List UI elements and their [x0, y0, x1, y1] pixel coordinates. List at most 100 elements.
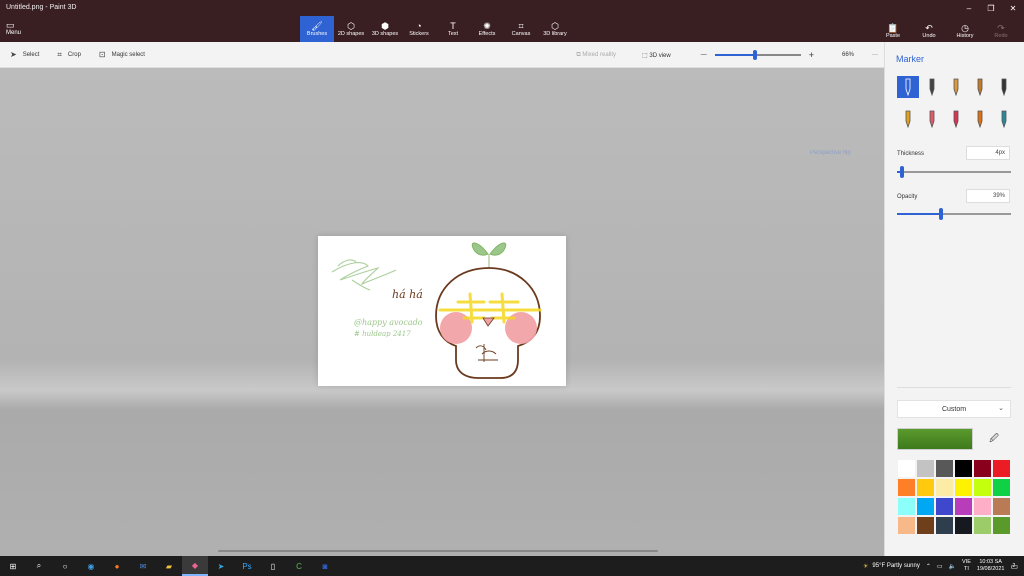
current-color-swatch[interactable]	[897, 428, 973, 450]
pixel-pen-icon[interactable]	[993, 76, 1015, 98]
palette-swatch[interactable]	[973, 478, 992, 497]
paint-3d-icon[interactable]: ◆	[182, 556, 208, 576]
more-options-button[interactable]: ···	[872, 52, 878, 58]
weather-widget[interactable]: ☀ 95°F Partly sunny	[863, 563, 920, 570]
watercolor-icon[interactable]	[969, 76, 991, 98]
magic-select-button[interactable]: ⊡ Magic select	[99, 50, 145, 59]
undo-icon: ↶	[925, 23, 933, 33]
palette-swatch[interactable]	[935, 459, 954, 478]
palette-swatch[interactable]	[973, 459, 992, 478]
tab-3d-shapes[interactable]: ⬢ 3D shapes	[368, 16, 402, 42]
palette-swatch[interactable]	[954, 497, 973, 516]
brush-icon: 🖌	[311, 21, 323, 31]
opacity-input[interactable]: 39%	[966, 189, 1010, 203]
palette-swatch[interactable]	[992, 478, 1011, 497]
tab-3d-library[interactable]: ⬡ 3D library	[538, 16, 572, 42]
opacity-thumb[interactable]	[939, 208, 943, 220]
palette-swatch[interactable]	[954, 516, 973, 535]
horizontal-scrollbar[interactable]	[218, 550, 658, 552]
palette-swatch[interactable]	[973, 497, 992, 516]
3d-view-toggle[interactable]: ⬚ 3D view	[642, 52, 671, 59]
close-button[interactable]: ✕	[1002, 0, 1024, 16]
tray-chevron-icon[interactable]: ⌃	[926, 563, 931, 570]
file-explorer-icon[interactable]: ▰	[156, 556, 182, 576]
palette-swatch[interactable]	[992, 459, 1011, 478]
network-icon[interactable]: ▭	[937, 563, 943, 570]
zoom-thumb[interactable]	[752, 50, 757, 60]
zoom-level[interactable]: 66%	[842, 52, 854, 58]
fill-bucket-icon[interactable]	[993, 108, 1015, 130]
minimize-button[interactable]: –	[958, 0, 980, 16]
pencil-icon[interactable]	[897, 108, 919, 130]
tab-effects[interactable]: ✺ Effects	[470, 16, 504, 42]
zoom-slider[interactable]	[714, 50, 801, 60]
brush-panel: Marker Thickness 4px Opacity 39% Custom …	[884, 42, 1024, 556]
magic-select-icon: ⊡	[98, 50, 106, 59]
oil-brush-icon[interactable]	[945, 76, 967, 98]
thickness-input[interactable]: 4px	[966, 146, 1010, 160]
palette-swatch[interactable]	[897, 459, 916, 478]
palette-swatch[interactable]	[954, 478, 973, 497]
input-language[interactable]: VIE TI	[962, 559, 971, 573]
palette-swatch[interactable]	[992, 497, 1011, 516]
camtasia-icon[interactable]: C	[286, 556, 312, 576]
clock-time: 10:03 SA	[979, 559, 1002, 565]
task-view-icon[interactable]: ○	[52, 556, 78, 576]
volume-icon[interactable]: 🔈	[949, 563, 956, 570]
paste-button[interactable]: 📋 Paste	[880, 18, 906, 44]
zoom-out-button[interactable]: —	[701, 52, 707, 58]
undo-button[interactable]: ↶ Undo	[916, 18, 942, 44]
eraser-icon[interactable]	[921, 108, 943, 130]
palette-swatch[interactable]	[935, 497, 954, 516]
palette-swatch[interactable]	[897, 497, 916, 516]
tab-canvas[interactable]: ⌗ Canvas	[504, 16, 538, 42]
tab-text[interactable]: T Text	[436, 16, 470, 42]
palette-swatch[interactable]	[992, 516, 1011, 535]
history-button[interactable]: ◷ History	[952, 18, 978, 44]
eyedropper-icon[interactable]: 🖉	[983, 428, 1005, 450]
spray-can-icon[interactable]	[969, 108, 991, 130]
menu-button[interactable]: ▭ Menu	[6, 20, 36, 36]
workspace[interactable]: Perspective flip há há @happy avocado # …	[0, 68, 884, 556]
palette-swatch[interactable]	[916, 497, 935, 516]
tab-brushes[interactable]: 🖌 Brushes	[300, 16, 334, 42]
firefox-icon[interactable]: ●	[104, 556, 130, 576]
document-icon[interactable]: ▯	[260, 556, 286, 576]
thickness-thumb[interactable]	[900, 166, 904, 178]
palette-swatch[interactable]	[897, 478, 916, 497]
calligraphy-pen-icon[interactable]	[921, 76, 943, 98]
thickness-slider[interactable]	[897, 166, 1011, 178]
crop-button[interactable]: ⌗ Crop	[57, 50, 81, 60]
zoom-in-button[interactable]: +	[809, 50, 814, 60]
notification-icon[interactable]: ▭ 2	[1010, 562, 1018, 571]
crayon-icon[interactable]	[945, 108, 967, 130]
color-mode-dropdown[interactable]: Custom ⌄	[897, 400, 1011, 418]
signature-scribble	[331, 259, 397, 291]
marker-brush-icon[interactable]	[897, 76, 919, 98]
palette-swatch[interactable]	[916, 516, 935, 535]
tab-2d-shapes[interactable]: ⬡ 2D shapes	[334, 16, 368, 42]
opacity-fill	[897, 213, 941, 215]
maximize-button[interactable]: ❐	[980, 0, 1002, 16]
palette-swatch[interactable]	[935, 478, 954, 497]
palette-swatch[interactable]	[935, 516, 954, 535]
palette-swatch[interactable]	[973, 516, 992, 535]
tab-stickers[interactable]: ◔ Stickers	[402, 16, 436, 42]
tab-label: 3D shapes	[371, 31, 399, 37]
mail-icon[interactable]: ✉	[130, 556, 156, 576]
opacity-slider[interactable]	[897, 208, 1011, 220]
telegram-icon[interactable]: ➤	[208, 556, 234, 576]
select-button[interactable]: ➤ Select	[10, 50, 39, 59]
palette-swatch[interactable]	[954, 459, 973, 478]
palette-swatch[interactable]	[916, 459, 935, 478]
zalo-icon[interactable]: ◙	[312, 556, 338, 576]
mixed-reality-button: ⧉ Mixed reality	[576, 52, 616, 59]
edge-icon[interactable]: ◉	[78, 556, 104, 576]
drawing-canvas[interactable]: há há @happy avocado # huldeap 2417	[318, 236, 566, 386]
photoshop-icon[interactable]: Ps	[234, 556, 260, 576]
clock[interactable]: 10:03 SA 19/08/2021	[977, 559, 1005, 573]
windows-start-icon[interactable]: ⊞	[0, 556, 26, 576]
search-icon[interactable]: ⌕	[26, 556, 52, 576]
palette-swatch[interactable]	[916, 478, 935, 497]
palette-swatch[interactable]	[897, 516, 916, 535]
